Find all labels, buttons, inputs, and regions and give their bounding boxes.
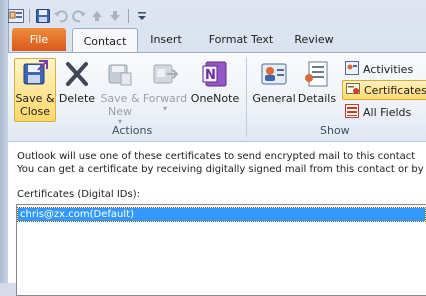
- tab-insert[interactable]: Insert: [140, 28, 192, 51]
- tab-review[interactable]: Review: [288, 28, 340, 51]
- description-line-2: You can get a certificate by receiving d…: [17, 164, 424, 175]
- description-line-1: Outlook will use one of these certificat…: [17, 151, 416, 162]
- save-close-label-1: Save &: [15, 92, 55, 105]
- forward-dropdown-icon: ▾: [162, 104, 167, 113]
- certificate-item[interactable]: chris@zx.com(Default): [17, 207, 426, 222]
- all-fields-button[interactable]: All Fields: [342, 102, 414, 122]
- all-fields-label: All Fields: [363, 105, 412, 119]
- certificates-list-label: Certificates (Digital IDs):: [17, 189, 140, 200]
- certificates-list[interactable]: chris@zx.com(Default): [16, 204, 426, 296]
- group-separator: [246, 57, 247, 137]
- details-button[interactable]: Details: [296, 59, 338, 105]
- save-new-label-1: Save &: [100, 92, 140, 105]
- svg-text:N: N: [205, 68, 216, 83]
- certificates-label: Certificates: [364, 83, 426, 97]
- save-close-label-2: Close: [20, 105, 50, 118]
- save-icon[interactable]: [35, 8, 51, 24]
- delete-x-icon: [62, 59, 92, 89]
- onenote-button[interactable]: N OneNote: [190, 59, 240, 105]
- forward-button[interactable]: Forward ▾: [142, 59, 188, 113]
- activities-label: Activities: [363, 62, 414, 76]
- outlook-contact-icon[interactable]: [8, 8, 24, 24]
- undo-icon[interactable]: [53, 8, 69, 24]
- qat-separator: [128, 9, 129, 23]
- save-close-button[interactable]: Save & Close: [14, 58, 56, 122]
- customize-qat-icon[interactable]: [134, 8, 150, 24]
- save-new-icon: [105, 59, 135, 89]
- all-fields-icon: [345, 103, 359, 121]
- up-arrow-icon[interactable]: [89, 8, 105, 24]
- general-label: General: [252, 92, 296, 105]
- actions-group-label: Actions: [112, 124, 153, 137]
- delete-label: Delete: [58, 92, 96, 105]
- tab-contact[interactable]: Contact: [72, 28, 138, 53]
- onenote-icon: N: [200, 59, 230, 89]
- qat-separator: [29, 9, 30, 23]
- certificates-icon: [346, 82, 360, 99]
- details-icon: [302, 59, 332, 89]
- forward-icon: [150, 59, 180, 89]
- general-contact-icon: [259, 59, 289, 89]
- redo-icon[interactable]: [71, 8, 87, 24]
- certificates-description: Outlook will use one of these certificat…: [17, 150, 424, 176]
- details-label: Details: [297, 92, 337, 105]
- save-close-icon: [20, 59, 50, 89]
- onenote-label: OneNote: [190, 92, 240, 105]
- activities-icon: [345, 60, 359, 78]
- show-group-label: Show: [320, 124, 350, 137]
- tab-format-text[interactable]: Format Text: [198, 28, 284, 51]
- down-arrow-icon[interactable]: [107, 8, 123, 24]
- general-button[interactable]: General: [252, 59, 296, 105]
- save-new-button[interactable]: Save & New ▾: [100, 59, 140, 126]
- activities-button[interactable]: Activities: [342, 59, 416, 79]
- ribbon: Save & Close Delete Save & New ▾ Forward…: [8, 52, 426, 142]
- ribbon-tabs: File Contact Insert Format Text Review: [8, 28, 426, 53]
- tab-file[interactable]: File: [12, 28, 66, 51]
- quick-access-toolbar: [8, 6, 150, 26]
- certificates-button[interactable]: Certificates: [342, 80, 426, 100]
- certificates-page: Outlook will use one of these certificat…: [8, 141, 426, 296]
- delete-button[interactable]: Delete: [58, 59, 96, 105]
